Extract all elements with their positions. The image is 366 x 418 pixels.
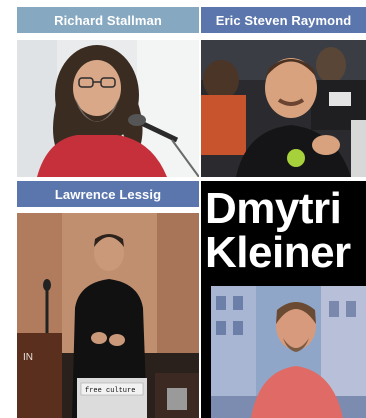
- person-name: Richard Stallman: [54, 12, 162, 28]
- person-name-header: Eric Steven Raymond: [201, 7, 366, 33]
- portrait-photo[interactable]: [211, 286, 366, 418]
- person-name: Lawrence Lessig: [54, 186, 162, 202]
- svg-text:IN: IN: [23, 352, 33, 363]
- person-card-richard-stallman[interactable]: Richard Stallman: [17, 7, 199, 177]
- laptop-sticker-text: free culture: [85, 387, 135, 395]
- portrait-image: [211, 286, 366, 418]
- poster-title: Dmytri Kleiner: [205, 187, 366, 275]
- portrait-image: [201, 40, 366, 177]
- person-card-eric-steven-raymond[interactable]: Eric Steven Raymond: [201, 7, 366, 177]
- poster-title-line-1: Dmytri: [205, 184, 342, 233]
- person-name-header: Richard Stallman: [17, 7, 199, 33]
- person-name: Eric Steven Raymond: [215, 12, 352, 28]
- portrait-photo[interactable]: [201, 40, 366, 177]
- portrait-photo[interactable]: IN free culture: [17, 213, 199, 418]
- poster-title-line-2: Kleiner: [205, 228, 351, 277]
- portrait-image: [17, 40, 199, 177]
- person-card-lawrence-lessig[interactable]: Lawrence Lessig IN free culture: [17, 181, 199, 418]
- portrait-photo[interactable]: [17, 40, 199, 177]
- person-name-header: Lawrence Lessig: [17, 181, 199, 207]
- person-card-dmytri-kleiner[interactable]: Dmytri Kleiner: [201, 181, 366, 418]
- portrait-image: IN free culture: [17, 213, 199, 418]
